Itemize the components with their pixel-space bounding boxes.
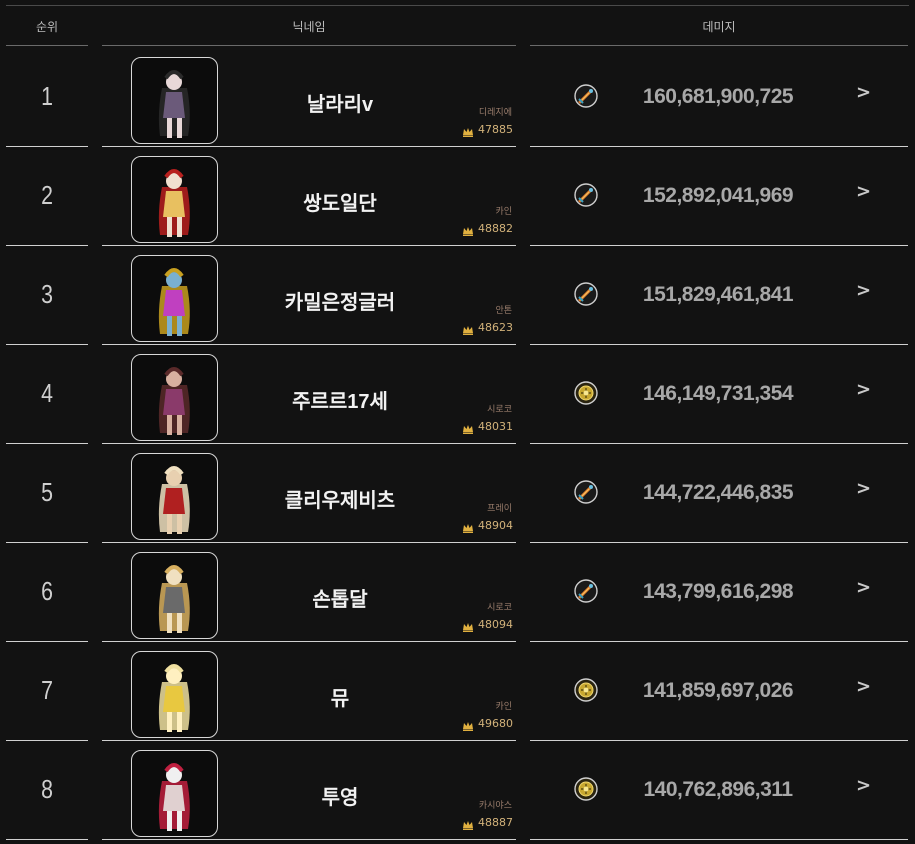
ranking-row[interactable]: 5 클리우제비츠프레이 48904 144,722,446,835 > <box>0 443 915 543</box>
character-nickname[interactable]: 카밀은정글러 <box>220 286 460 315</box>
fame-value: 48904 <box>478 518 513 532</box>
ranking-row[interactable]: 4 주르르17세시로코 48031 146,149,731,354 > <box>0 344 915 444</box>
ranking-row[interactable]: 2 쌍도일단카인 48882 152,892,041,969 > <box>0 146 915 246</box>
sword-icon <box>574 579 598 603</box>
fame-crown-icon <box>462 816 474 830</box>
server-name: 시로코 <box>487 405 512 415</box>
top-divider <box>6 5 909 6</box>
fame-badge: 48094 <box>462 617 513 632</box>
sword-icon <box>574 480 598 504</box>
fame-badge: 47885 <box>462 122 513 137</box>
sword-icon <box>574 282 598 306</box>
rank-number: 2 <box>41 180 53 210</box>
damage-value: 160,681,900,725 <box>642 85 794 108</box>
character-nickname[interactable]: 주르르17세 <box>220 385 460 414</box>
fame-badge: 48904 <box>462 518 513 533</box>
fame-badge: 48887 <box>462 815 513 830</box>
fame-crown-icon <box>462 222 474 236</box>
row-divider <box>102 839 516 840</box>
rank-number: 1 <box>41 81 53 111</box>
rank-number: 4 <box>41 378 53 408</box>
fame-crown-icon <box>462 717 474 731</box>
character-nickname[interactable]: 클리우제비츠 <box>220 484 460 513</box>
chevron-right-icon[interactable]: > <box>856 577 871 598</box>
fame-value: 49680 <box>478 716 513 730</box>
fame-value: 48094 <box>478 617 513 631</box>
character-avatar[interactable] <box>131 255 218 342</box>
server-name: 시로코 <box>487 603 512 613</box>
character-nickname[interactable]: 뮤 <box>220 682 460 711</box>
character-avatar[interactable] <box>131 750 218 837</box>
fame-badge: 49680 <box>462 716 513 731</box>
header-nickname: 닉네임 <box>292 20 326 34</box>
character-avatar[interactable] <box>131 156 218 243</box>
server-name: 디레지에 <box>478 108 512 118</box>
chevron-right-icon[interactable]: > <box>856 478 871 499</box>
sword-icon <box>574 84 598 108</box>
fame-badge: 48882 <box>462 221 513 236</box>
row-divider <box>530 839 908 840</box>
fame-value: 47885 <box>478 122 513 136</box>
character-avatar[interactable] <box>131 57 218 144</box>
fame-value: 48887 <box>478 815 513 829</box>
header-damage: 데미지 <box>702 20 736 34</box>
character-avatar[interactable] <box>131 552 218 639</box>
rank-number: 8 <box>41 774 53 804</box>
character-nickname[interactable]: 쌍도일단 <box>220 187 460 216</box>
damage-value: 141,859,697,026 <box>642 679 794 702</box>
damage-value: 152,892,041,969 <box>642 184 794 207</box>
damage-value: 151,829,461,841 <box>642 283 794 306</box>
ranking-row[interactable]: 7 뮤카인 49680 141,859,697,026 > <box>0 641 915 741</box>
header-underline-nickname <box>102 45 516 46</box>
character-nickname[interactable]: 투영 <box>220 781 460 810</box>
chevron-right-icon[interactable]: > <box>856 676 871 697</box>
fame-crown-icon <box>462 519 474 533</box>
fame-value: 48031 <box>478 419 513 433</box>
server-name: 카인 <box>495 702 512 712</box>
damage-value: 143,799,616,298 <box>642 580 794 603</box>
chevron-right-icon[interactable]: > <box>856 280 871 301</box>
fame-badge: 48031 <box>462 419 513 434</box>
fame-crown-icon <box>462 321 474 335</box>
server-name: 프레이 <box>487 504 512 514</box>
character-nickname[interactable]: 날라리v <box>220 88 460 117</box>
sword-icon <box>574 183 598 207</box>
chevron-right-icon[interactable]: > <box>856 82 871 103</box>
fame-value: 48882 <box>478 221 513 235</box>
header-underline-rank <box>6 45 88 46</box>
damage-value: 146,149,731,354 <box>642 382 794 405</box>
chevron-right-icon[interactable]: > <box>856 181 871 202</box>
gold-emblem-icon <box>574 777 598 801</box>
header-rank: 순위 <box>35 20 59 34</box>
character-nickname[interactable]: 손톱달 <box>220 583 460 612</box>
rank-number: 5 <box>41 477 53 507</box>
gold-emblem-icon <box>574 678 598 702</box>
rank-number: 7 <box>41 675 53 705</box>
gold-emblem-icon <box>574 381 598 405</box>
damage-value: 140,762,896,311 <box>643 778 794 801</box>
chevron-right-icon[interactable]: > <box>856 379 871 400</box>
character-avatar[interactable] <box>131 354 218 441</box>
ranking-row[interactable]: 3 카밀은정글러안톤 48623 151,829,461,841 > <box>0 245 915 345</box>
character-avatar[interactable] <box>131 651 218 738</box>
character-avatar[interactable] <box>131 453 218 540</box>
server-name: 카시야스 <box>478 801 512 811</box>
header-underline-damage <box>530 45 908 46</box>
rank-number: 6 <box>41 576 53 606</box>
fame-value: 48623 <box>478 320 513 334</box>
ranking-row[interactable]: 6 손톱달시로코 48094 143,799,616,298 > <box>0 542 915 642</box>
server-name: 카인 <box>495 207 512 217</box>
row-divider <box>6 839 88 840</box>
fame-crown-icon <box>462 420 474 434</box>
chevron-right-icon[interactable]: > <box>856 775 871 796</box>
fame-badge: 48623 <box>462 320 513 335</box>
ranking-row[interactable]: 8 투영카시야스 48887 140,762,896,311 > <box>0 740 915 840</box>
fame-crown-icon <box>462 618 474 632</box>
fame-crown-icon <box>462 123 474 137</box>
server-name: 안톤 <box>495 306 512 316</box>
damage-value: 144,722,446,835 <box>642 481 794 504</box>
ranking-row[interactable]: 1 날라리v 디레지에 47885 160,681,900,725 > <box>0 47 915 147</box>
rank-number: 3 <box>41 279 53 309</box>
